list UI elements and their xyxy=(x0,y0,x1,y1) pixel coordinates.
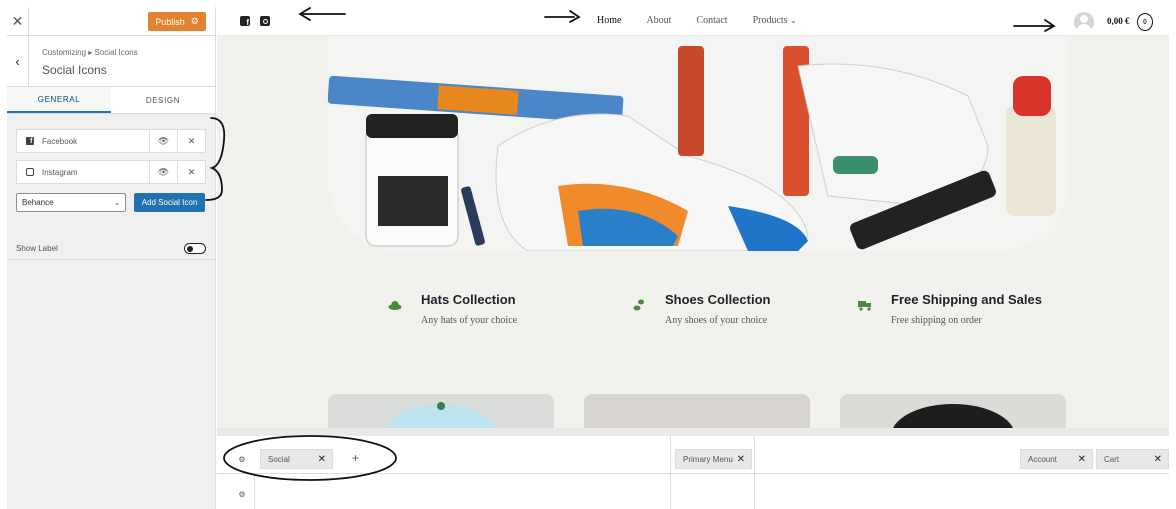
social-item-label: Facebook xyxy=(42,136,78,146)
feature-subtitle: Any shoes of your choice xyxy=(665,315,768,326)
tab-design[interactable]: DESIGN xyxy=(111,87,215,113)
nav-item-contact[interactable]: Contact xyxy=(696,15,727,26)
nav-item-about[interactable]: About xyxy=(646,15,671,26)
customizer-sidebar: ✕ Publish ⚙ ‹ Customizing ▸ Social Icons… xyxy=(7,7,216,509)
chevron-down-icon: ⌄ xyxy=(790,16,797,25)
remove-icon[interactable]: ✕ xyxy=(177,130,205,152)
nav-item-label: Products xyxy=(752,15,788,26)
feature-subtitle: Any hats of your choice xyxy=(421,315,518,326)
chevron-down-icon: ⌄ xyxy=(114,199,120,207)
breadcrumb: Customizing ▸ Social Icons xyxy=(42,48,138,57)
publish-label: Publish xyxy=(155,16,185,27)
publish-button[interactable]: Publish ⚙ xyxy=(148,12,206,31)
social-item-label: Instagram xyxy=(42,167,78,177)
chip-label: Primary Menu xyxy=(683,454,733,464)
feature-title: Free Shipping and Sales xyxy=(891,292,1042,307)
show-label-toggle[interactable] xyxy=(184,243,206,254)
close-icon[interactable]: ✕ xyxy=(1078,454,1086,465)
feature-title: Shoes Collection xyxy=(665,292,771,307)
eye-icon[interactable]: 👁 xyxy=(149,130,177,152)
close-icon[interactable]: ✕ xyxy=(737,454,745,465)
feature-shoes: Shoes Collection Any shoes of your choic… xyxy=(633,292,771,326)
eye-icon[interactable]: 👁 xyxy=(149,161,177,183)
show-label-row: Show Label xyxy=(7,238,215,260)
gear-icon[interactable]: ⚙ xyxy=(191,16,199,27)
section-title: Social Icons xyxy=(42,63,107,77)
feature-title: Hats Collection xyxy=(421,292,516,307)
close-icon[interactable]: ✕ xyxy=(318,454,326,465)
facebook-icon[interactable] xyxy=(240,16,250,27)
builder-divider xyxy=(254,475,255,509)
back-arrow-icon[interactable]: ‹ xyxy=(7,36,29,87)
builder-row-main: ⚙ Social ✕ + Primary Menu ✕ Account ✕ Ca… xyxy=(217,444,1169,474)
row-settings-icon[interactable]: ⚙ xyxy=(237,454,247,464)
instagram-icon[interactable] xyxy=(260,16,270,26)
social-item-instagram[interactable]: Instagram 👁 ✕ xyxy=(16,160,206,184)
header-builder: ⚙ Social ✕ + Primary Menu ✕ Account ✕ Ca… xyxy=(217,428,1169,509)
close-icon[interactable]: ✕ xyxy=(1154,454,1162,465)
site-preview: Home About Contact Products ⌄ 0,00 € 0 xyxy=(217,7,1169,509)
close-icon[interactable]: ✕ xyxy=(7,7,29,36)
select-value: Behance xyxy=(22,198,54,207)
social-network-select[interactable]: Behance ⌄ xyxy=(16,193,126,212)
chip-label: Social xyxy=(268,454,290,464)
account-avatar[interactable] xyxy=(1074,12,1094,32)
site-header: Home About Contact Products ⌄ 0,00 € 0 xyxy=(217,7,1169,36)
primary-menu: Home About Contact Products ⌄ xyxy=(597,15,797,26)
show-label-text: Show Label xyxy=(16,244,58,253)
builder-chip-primary-menu[interactable]: Primary Menu ✕ xyxy=(675,449,752,469)
hat-icon xyxy=(388,301,402,310)
social-icon-list: f Facebook 👁 ✕ Instagram 👁 ✕ xyxy=(7,129,215,184)
truck-icon xyxy=(858,301,871,311)
customizer-topbar: ✕ Publish ⚙ xyxy=(7,7,215,36)
footprints-icon xyxy=(633,299,644,311)
remove-icon[interactable]: ✕ xyxy=(177,161,205,183)
chip-label: Account xyxy=(1028,454,1057,464)
builder-chip-social[interactable]: Social ✕ xyxy=(260,449,333,469)
feature-hats: Hats Collection Any hats of your choice xyxy=(388,292,518,326)
social-item-facebook[interactable]: f Facebook 👁 ✕ xyxy=(16,129,206,153)
section-header: ‹ Customizing ▸ Social Icons Social Icon… xyxy=(7,36,215,87)
nav-item-home[interactable]: Home xyxy=(597,15,621,26)
add-social-row: Behance ⌄ Add Social Icon xyxy=(7,193,215,212)
feature-shipping: Free Shipping and Sales Free shipping on… xyxy=(858,292,1042,326)
nav-item-products[interactable]: Products ⌄ xyxy=(753,15,797,26)
row-settings-icon[interactable]: ⚙ xyxy=(237,489,247,499)
add-social-icon-button[interactable]: Add Social Icon xyxy=(134,193,205,212)
instagram-icon xyxy=(17,168,42,176)
hero-image xyxy=(328,36,1068,251)
builder-chip-account[interactable]: Account ✕ xyxy=(1020,449,1093,469)
cart-icon[interactable]: 0 xyxy=(1137,13,1153,31)
builder-chip-cart[interactable]: Cart ✕ xyxy=(1096,449,1169,469)
tab-general[interactable]: GENERAL xyxy=(7,87,111,113)
chip-label: Cart xyxy=(1104,454,1120,464)
facebook-icon: f xyxy=(17,137,42,145)
cart-count: 0 xyxy=(1143,18,1147,26)
feature-subtitle: Free shipping on order xyxy=(891,315,982,326)
hero-illustration xyxy=(328,36,1068,251)
add-element-button[interactable]: + xyxy=(352,451,359,465)
cart-total[interactable]: 0,00 € xyxy=(1107,16,1130,26)
tab-bar: GENERAL DESIGN xyxy=(7,87,215,114)
